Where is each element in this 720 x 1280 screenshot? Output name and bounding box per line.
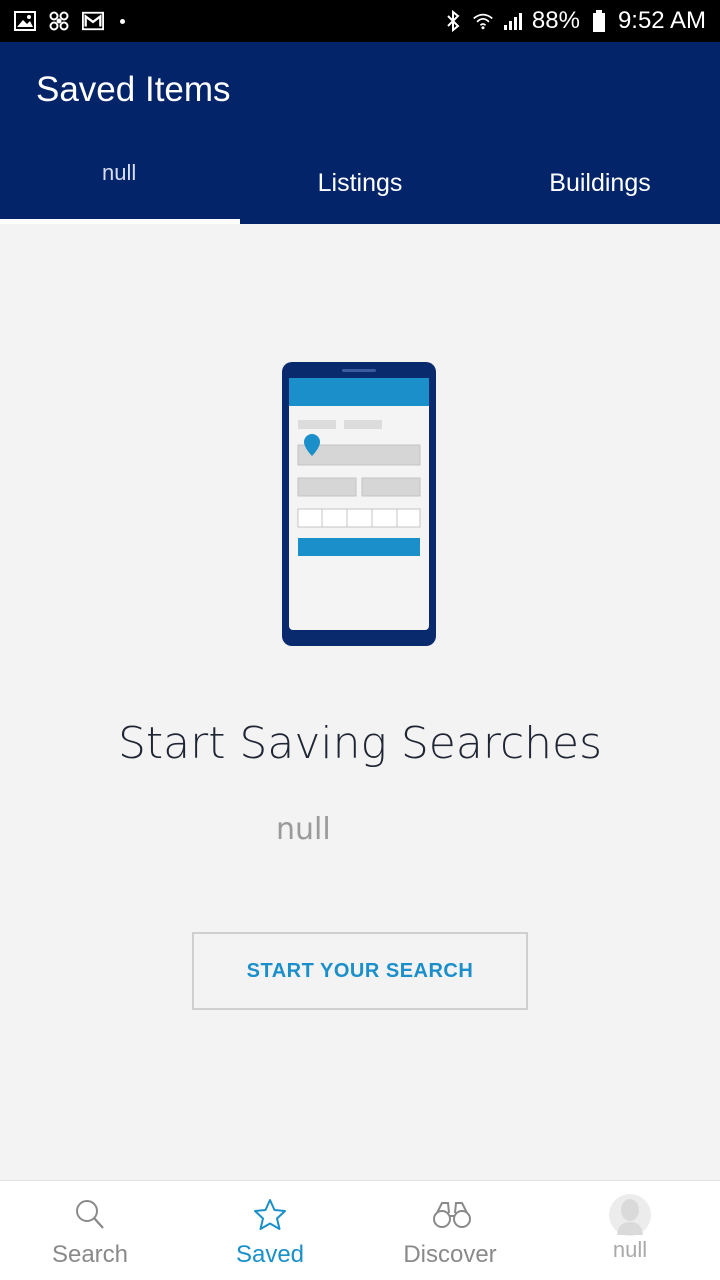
pinwheel-icon [48,10,70,32]
app-bar: Saved Items null Listings Buildings [0,42,720,224]
battery-percent: 88% [531,7,580,34]
nav-label: Search [51,1241,129,1268]
bottom-nav: Search Saved Discover null [0,1180,720,1280]
search-icon [72,1197,108,1233]
empty-state-title: Start Saving Searches [117,718,603,769]
nav-saved[interactable]: Saved [180,1181,360,1280]
star-icon [252,1197,288,1233]
nav-discover[interactable]: Discover [360,1181,540,1280]
tab-listings[interactable]: Listings [240,142,480,224]
clock: 9:52 AM [617,7,706,34]
phone-search-form-illustration [280,360,438,648]
gmail-icon [82,10,104,32]
nav-label: Saved [235,1241,305,1268]
avatar-icon [608,1193,652,1237]
notification-dot [120,18,125,24]
battery-icon [588,10,610,32]
status-bar: 88% 9:52 AM [0,0,720,42]
tab-label: Listings [317,168,403,197]
start-search-button[interactable]: START YOUR SEARCH [192,932,528,1010]
signal-icon [502,10,524,32]
tab-label: Buildings [549,168,651,197]
image-icon [14,10,36,32]
tab-searches[interactable]: null [0,142,240,224]
tab-buildings[interactable]: Buildings [480,142,720,224]
nav-label: Discover [403,1241,497,1268]
tab-label: null [102,160,137,185]
binoculars-icon [432,1197,471,1233]
nav-profile[interactable]: null [540,1181,720,1280]
page-title: Saved Items [36,70,231,109]
bluetooth-icon [442,9,464,33]
empty-state-subtitle: null [276,812,331,847]
nav-label: null [612,1237,648,1262]
nav-search[interactable]: Search [0,1181,180,1280]
tab-bar: null Listings Buildings [0,142,720,224]
wifi-icon [472,10,494,32]
